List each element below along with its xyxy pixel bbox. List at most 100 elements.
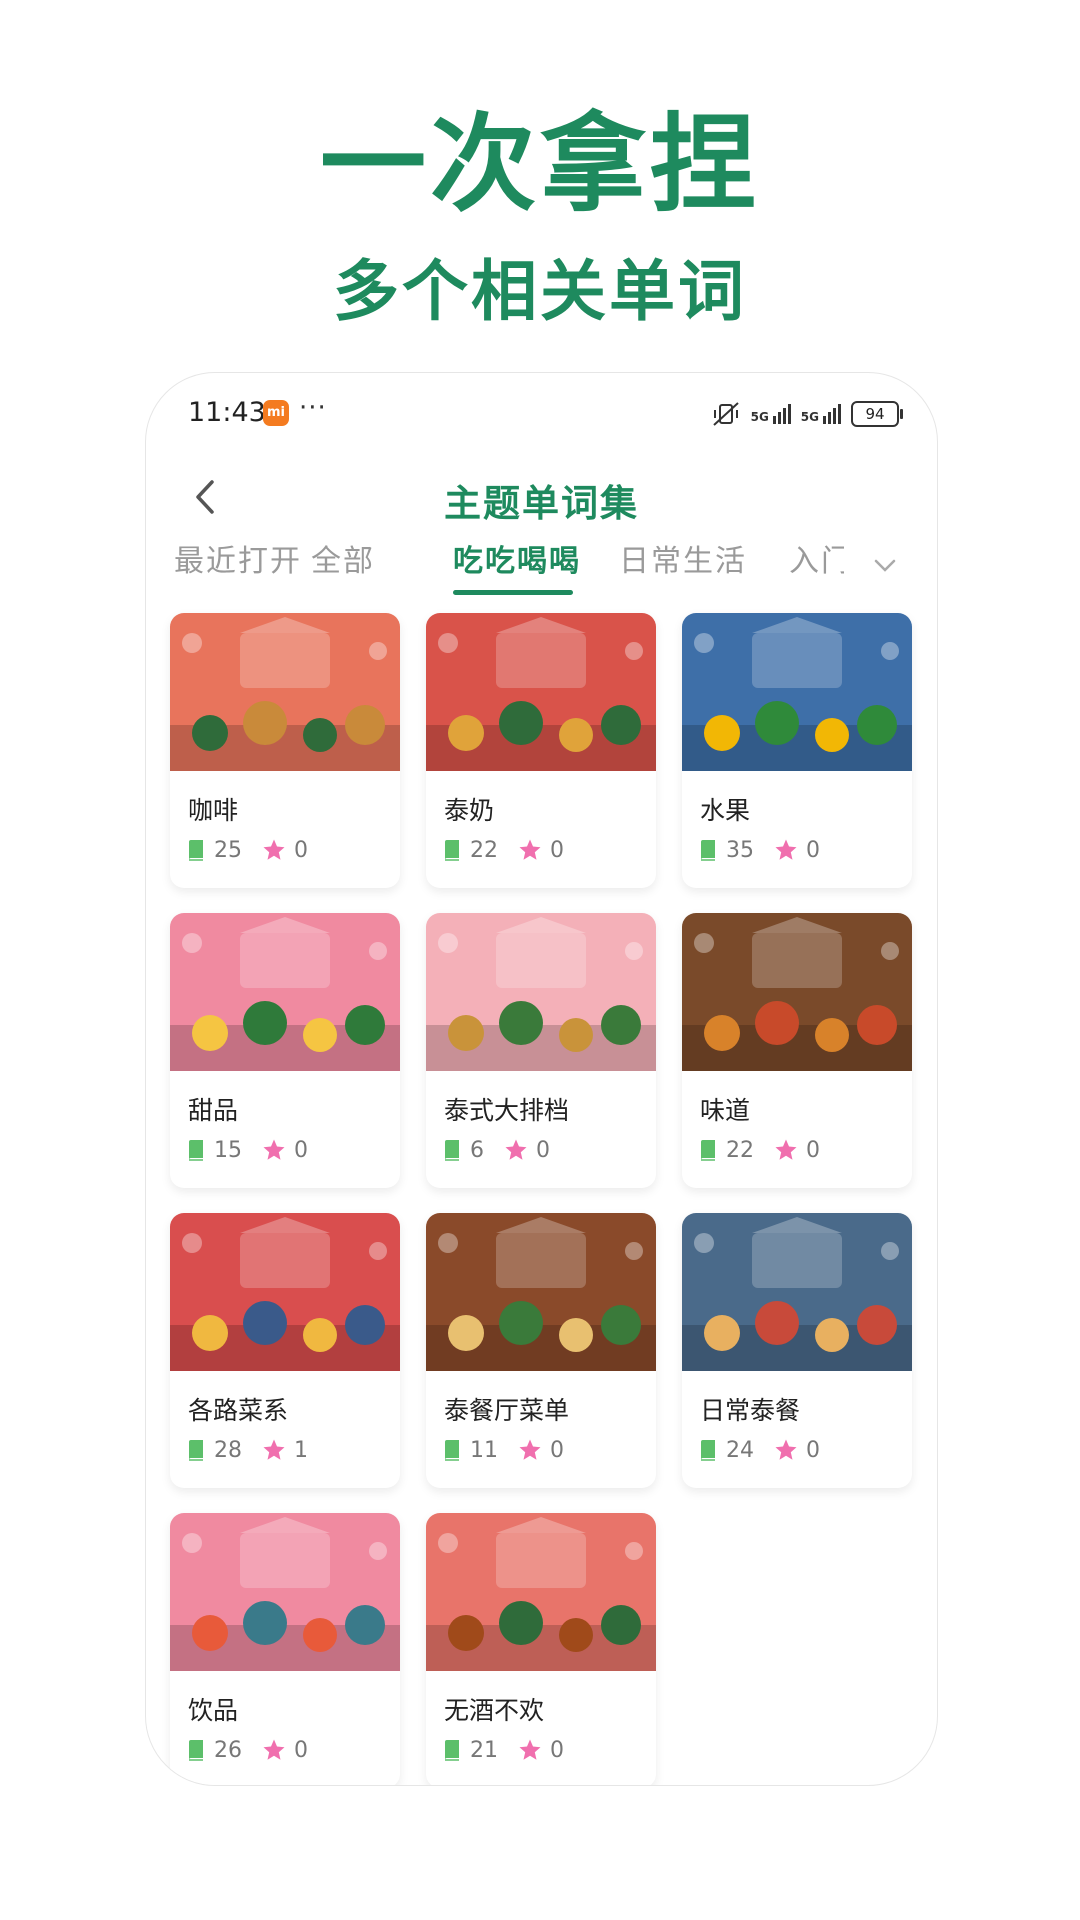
star-count: 0 [806,1437,820,1463]
topic-card[interactable]: 甜品 15 0 [170,913,400,1188]
illustration-image [170,613,400,771]
illustration-image [426,913,656,1071]
topic-name: 水果 [700,796,751,825]
word-book-icon [701,1440,715,1461]
tab-beginner[interactable]: 入门 [789,536,844,580]
signal-1-icon: 5G [751,404,791,424]
topic-stats: 22 0 [698,1135,840,1165]
topic-stats: 21 0 [442,1735,584,1765]
star-count: 0 [550,837,564,863]
topic-illustration [170,1213,400,1371]
topic-card[interactable]: 日常泰餐 24 0 [682,1213,912,1488]
star-icon [263,1739,285,1760]
word-book-icon [445,1440,459,1461]
star-icon [263,1439,285,1460]
category-tabs: 最近打开 全部 吃吃喝喝 日常生活 入门 [146,528,937,608]
topic-stats: 11 0 [442,1435,584,1465]
topic-name: 甜品 [188,1096,239,1125]
illustration-image [682,1213,912,1371]
topic-stats: 35 0 [698,835,840,865]
topic-illustration [426,613,656,771]
tab-food-drink[interactable]: 吃吃喝喝 [453,536,581,580]
topic-card[interactable]: 无酒不欢 21 0 [426,1513,656,1785]
chevron-down-icon[interactable] [870,550,900,580]
topic-card[interactable]: 各路菜系 28 1 [170,1213,400,1488]
topic-card[interactable]: 味道 22 0 [682,913,912,1188]
star-count: 0 [806,1137,820,1163]
vibrate-off-icon [712,402,739,426]
topic-card[interactable]: 咖啡 25 0 [170,613,400,888]
word-book-icon [445,840,459,861]
battery-icon: 94 [851,401,903,427]
mi-app-icon: mi [263,400,289,426]
illustration-image [170,913,400,1071]
topic-card[interactable]: 泰式大排档 6 0 [426,913,656,1188]
phone-frame: 11:43 mi ··· 5G 5G 94 主题单词集 最近打开 全部 吃吃喝喝… [145,372,938,1786]
illustration-image [426,613,656,771]
word-count: 35 [726,837,754,863]
topic-stats: 15 0 [186,1135,328,1165]
star-icon [263,839,285,860]
word-count: 21 [470,1737,498,1763]
word-count: 22 [726,1137,754,1163]
word-book-icon [189,1440,203,1461]
topic-name: 泰餐厅菜单 [444,1396,570,1425]
word-count: 24 [726,1437,754,1463]
word-book-icon [445,1740,459,1761]
topic-stats: 25 0 [186,835,328,865]
tab-all[interactable]: 全部 [311,536,375,580]
star-count: 0 [536,1137,550,1163]
topic-illustration [170,613,400,771]
star-count: 0 [806,837,820,863]
word-book-icon [445,1140,459,1161]
topic-name: 各路菜系 [188,1396,289,1425]
illustration-image [170,1513,400,1671]
star-icon [775,839,797,860]
topic-name: 饮品 [188,1696,239,1725]
topic-name: 味道 [700,1096,751,1125]
star-icon [775,1439,797,1460]
topic-name: 咖啡 [188,796,239,825]
topic-stats: 22 0 [442,835,584,865]
word-count: 25 [214,837,242,863]
tab-recent[interactable]: 最近打开 [174,536,302,580]
star-count: 0 [550,1737,564,1763]
star-icon [519,839,541,860]
status-time: 11:43 [188,397,266,428]
star-icon [519,1439,541,1460]
illustration-image [682,613,912,771]
star-icon [775,1139,797,1160]
headline-subtitle: 多个相关单词 [333,253,747,330]
topic-illustration [682,1213,912,1371]
star-count: 0 [294,1737,308,1763]
active-tab-indicator [453,590,573,595]
headline-title: 一次拿捏 [320,103,760,226]
topic-card[interactable]: 泰餐厅菜单 11 0 [426,1213,656,1488]
status-bar: 11:43 mi ··· 5G 5G 94 [146,373,937,453]
illustration-image [426,1513,656,1671]
word-count: 26 [214,1737,242,1763]
star-count: 0 [294,1137,308,1163]
topic-card[interactable]: 水果 35 0 [682,613,912,888]
topic-illustration [170,1513,400,1671]
more-notifications-icon: ··· [299,393,327,423]
topic-illustration [170,913,400,1071]
topic-name: 无酒不欢 [444,1696,545,1725]
word-count: 11 [470,1437,498,1463]
topic-illustration [426,913,656,1071]
topic-stats: 60 [442,1135,570,1165]
topic-name: 泰式大排档 [444,1096,570,1125]
topic-illustration [426,1513,656,1671]
word-book-icon [189,1740,203,1761]
word-book-icon [701,1140,715,1161]
tab-daily-life[interactable]: 日常生活 [619,536,747,580]
illustration-image [426,1213,656,1371]
topic-card[interactable]: 泰奶 22 0 [426,613,656,888]
word-count: 6 [470,1137,484,1163]
topic-illustration [682,613,912,771]
net-type-1: 5G [750,410,769,424]
topic-card[interactable]: 饮品 26 0 [170,1513,400,1785]
topic-name: 日常泰餐 [700,1396,801,1425]
signal-2-icon: 5G [801,404,841,424]
word-book-icon [189,840,203,861]
